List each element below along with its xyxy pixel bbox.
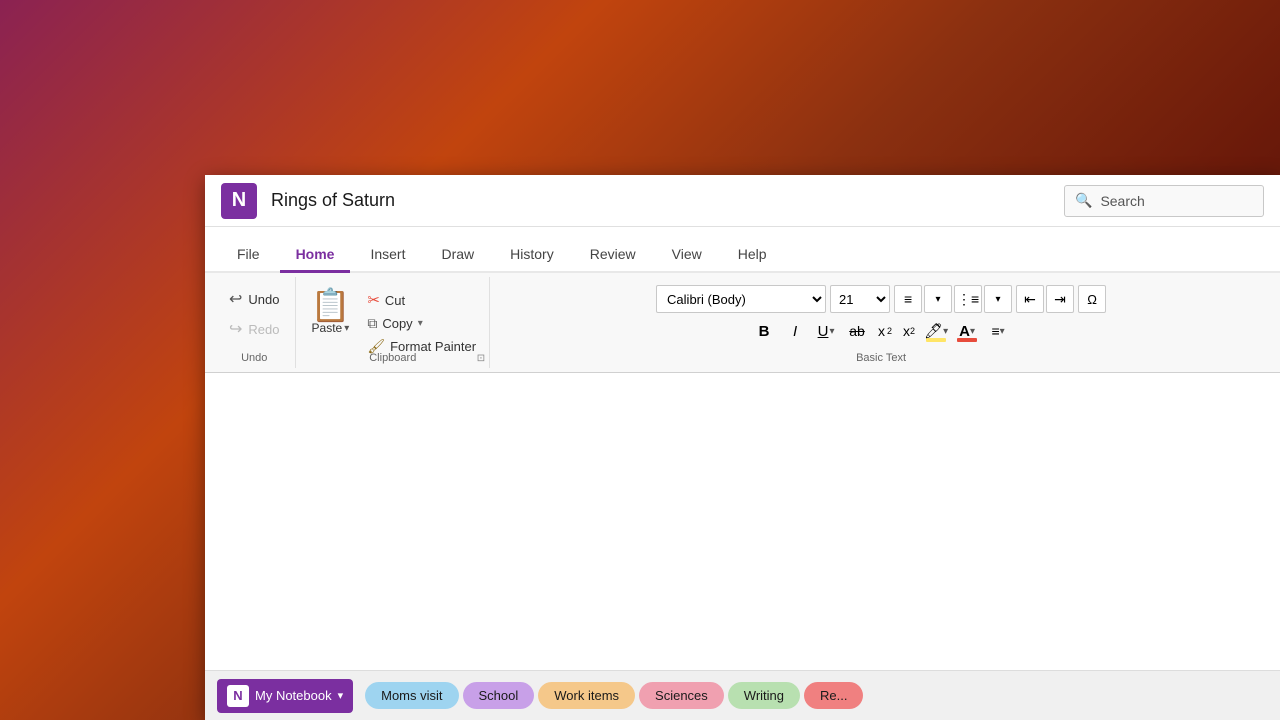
underline-button[interactable]: U ▾	[812, 317, 840, 345]
numbered-list-button[interactable]: ⋮≡	[954, 285, 982, 313]
undo-icon: ↩	[229, 289, 242, 309]
section-tab-work-items[interactable]: Work items	[538, 682, 635, 709]
copy-label: Copy	[382, 316, 412, 331]
decrease-indent-button[interactable]: ⇤	[1016, 285, 1044, 313]
undo-group: ↩ Undo ↪ Redo Undo	[213, 277, 296, 368]
indent-buttons: ⇤ ⇥	[1016, 285, 1074, 313]
strikethrough-button[interactable]: ab	[843, 317, 871, 345]
search-label: Search	[1100, 193, 1144, 209]
section-tabs: Moms visit School Work items Sciences Wr…	[365, 682, 863, 709]
notebook-bar: N My Notebook ▾ Moms visit School Work i…	[205, 670, 1280, 720]
underline-label: U	[818, 323, 829, 340]
undo-redo-container: ↩ Undo ↪ Redo	[221, 285, 287, 343]
italic-label: I	[793, 323, 797, 340]
highlight-color-button[interactable]: 🖊 ▾	[922, 317, 950, 345]
cut-icon: ✂	[367, 291, 380, 309]
font-group: Calibri (Body) 21 ≡ ▾ ⋮≡ ▾ ⇤ ⇥ Ω	[490, 277, 1272, 368]
onenote-logo: N	[221, 183, 257, 219]
notebook-name: My Notebook	[255, 688, 332, 703]
align-button[interactable]: ≡ ▾	[984, 317, 1012, 345]
copy-dropdown-icon: ▾	[418, 318, 423, 329]
bullet-list-dropdown[interactable]: ▾	[924, 285, 952, 313]
clipboard-inner: 📋 Paste ▾ ✂ Cut ⧉ Copy ▾	[304, 285, 481, 357]
bullet-list-button[interactable]: ≡	[894, 285, 922, 313]
onenote-window: N Rings of Saturn 🔍 Search File Home Ins…	[205, 175, 1280, 720]
clipboard-group: 📋 Paste ▾ ✂ Cut ⧉ Copy ▾	[296, 277, 490, 368]
ribbon: ↩ Undo ↪ Redo Undo 📋 Paste ▾	[205, 273, 1280, 373]
tab-file[interactable]: File	[221, 238, 276, 273]
undo-group-label: Undo	[213, 352, 295, 364]
bold-button[interactable]: B	[750, 317, 778, 345]
section-tab-writing[interactable]: Writing	[728, 682, 800, 709]
onenote-logo-letter: N	[232, 189, 246, 212]
strikethrough-label: ab	[849, 323, 865, 339]
section-tab-school[interactable]: School	[463, 682, 535, 709]
redo-button[interactable]: ↪ Redo	[221, 315, 287, 343]
tab-view[interactable]: View	[656, 238, 718, 273]
font-row1: Calibri (Body) 21 ≡ ▾ ⋮≡ ▾ ⇤ ⇥ Ω	[656, 285, 1106, 313]
undo-button[interactable]: ↩ Undo	[221, 285, 287, 313]
font-size-select[interactable]: 21	[830, 285, 890, 313]
tab-home[interactable]: Home	[280, 238, 351, 273]
numbered-list-dropdown[interactable]: ▾	[984, 285, 1012, 313]
search-box[interactable]: 🔍 Search	[1064, 185, 1264, 217]
increase-indent-button[interactable]: ⇥	[1046, 285, 1074, 313]
section-tab-moms-visit[interactable]: Moms visit	[365, 682, 458, 709]
subscript-label: x	[878, 323, 885, 339]
undo-label: Undo	[248, 292, 279, 307]
superscript-2-label: 2	[910, 326, 915, 336]
highlight-color-bar	[926, 338, 946, 342]
list-buttons: ≡ ▾ ⋮≡ ▾	[894, 285, 1012, 313]
font-color-button[interactable]: A ▾	[953, 317, 981, 345]
cut-button[interactable]: ✂ Cut	[362, 289, 481, 311]
text-direction-button[interactable]: Ω	[1078, 285, 1106, 313]
section-tab-sciences[interactable]: Sciences	[639, 682, 724, 709]
notebook-icon: N	[227, 685, 249, 707]
subscript-2-label: 2	[887, 326, 892, 336]
font-color-bar	[957, 338, 977, 342]
superscript-label: x	[903, 323, 910, 339]
font-color-dropdown-icon: ▾	[970, 326, 975, 337]
tab-help[interactable]: Help	[722, 238, 783, 273]
section-tab-red[interactable]: Re...	[804, 682, 863, 709]
notebook-chevron-icon: ▾	[338, 689, 344, 702]
underline-dropdown-icon: ▾	[829, 326, 834, 337]
align-icon: ≡	[991, 323, 999, 339]
tab-insert[interactable]: Insert	[354, 238, 421, 273]
content-area[interactable]	[205, 373, 1280, 720]
paste-button[interactable]: 📋 Paste ▾	[304, 285, 356, 339]
paste-dropdown-icon: ▾	[344, 323, 349, 334]
cut-label: Cut	[385, 293, 405, 308]
redo-label: Redo	[248, 322, 279, 337]
font-color-icon: A	[959, 323, 970, 340]
clipboard-expand-icon[interactable]: ⊡	[477, 353, 485, 364]
superscript-button[interactable]: x2	[899, 317, 919, 345]
copy-button[interactable]: ⧉ Copy ▾	[362, 313, 481, 334]
subscript-button[interactable]: x2	[874, 317, 896, 345]
italic-button[interactable]: I	[781, 317, 809, 345]
tab-review[interactable]: Review	[574, 238, 652, 273]
tab-history[interactable]: History	[494, 238, 570, 273]
tab-draw[interactable]: Draw	[425, 238, 490, 273]
notebook-selector[interactable]: N My Notebook ▾	[217, 679, 353, 713]
bold-label: B	[759, 323, 770, 340]
clipboard-group-label: Clipboard	[296, 352, 489, 364]
title-bar: N Rings of Saturn 🔍 Search	[205, 175, 1280, 227]
app-title: Rings of Saturn	[271, 190, 1064, 211]
font-row2: B I U ▾ ab x2 x2 🖊	[750, 317, 1012, 345]
paste-label: Paste	[312, 321, 343, 335]
highlight-dropdown-icon: ▾	[943, 326, 948, 337]
font-family-select[interactable]: Calibri (Body)	[656, 285, 826, 313]
search-icon: 🔍	[1075, 192, 1092, 209]
clipboard-right: ✂ Cut ⧉ Copy ▾ 🖌 Format Painter	[362, 289, 481, 357]
basic-text-group-label: Basic Text	[490, 352, 1272, 364]
tabs-bar: File Home Insert Draw History Review Vie…	[205, 227, 1280, 273]
paste-icon: 📋	[310, 289, 350, 321]
copy-icon: ⧉	[367, 315, 377, 332]
redo-icon: ↪	[229, 319, 242, 339]
align-dropdown-icon: ▾	[1000, 326, 1005, 337]
